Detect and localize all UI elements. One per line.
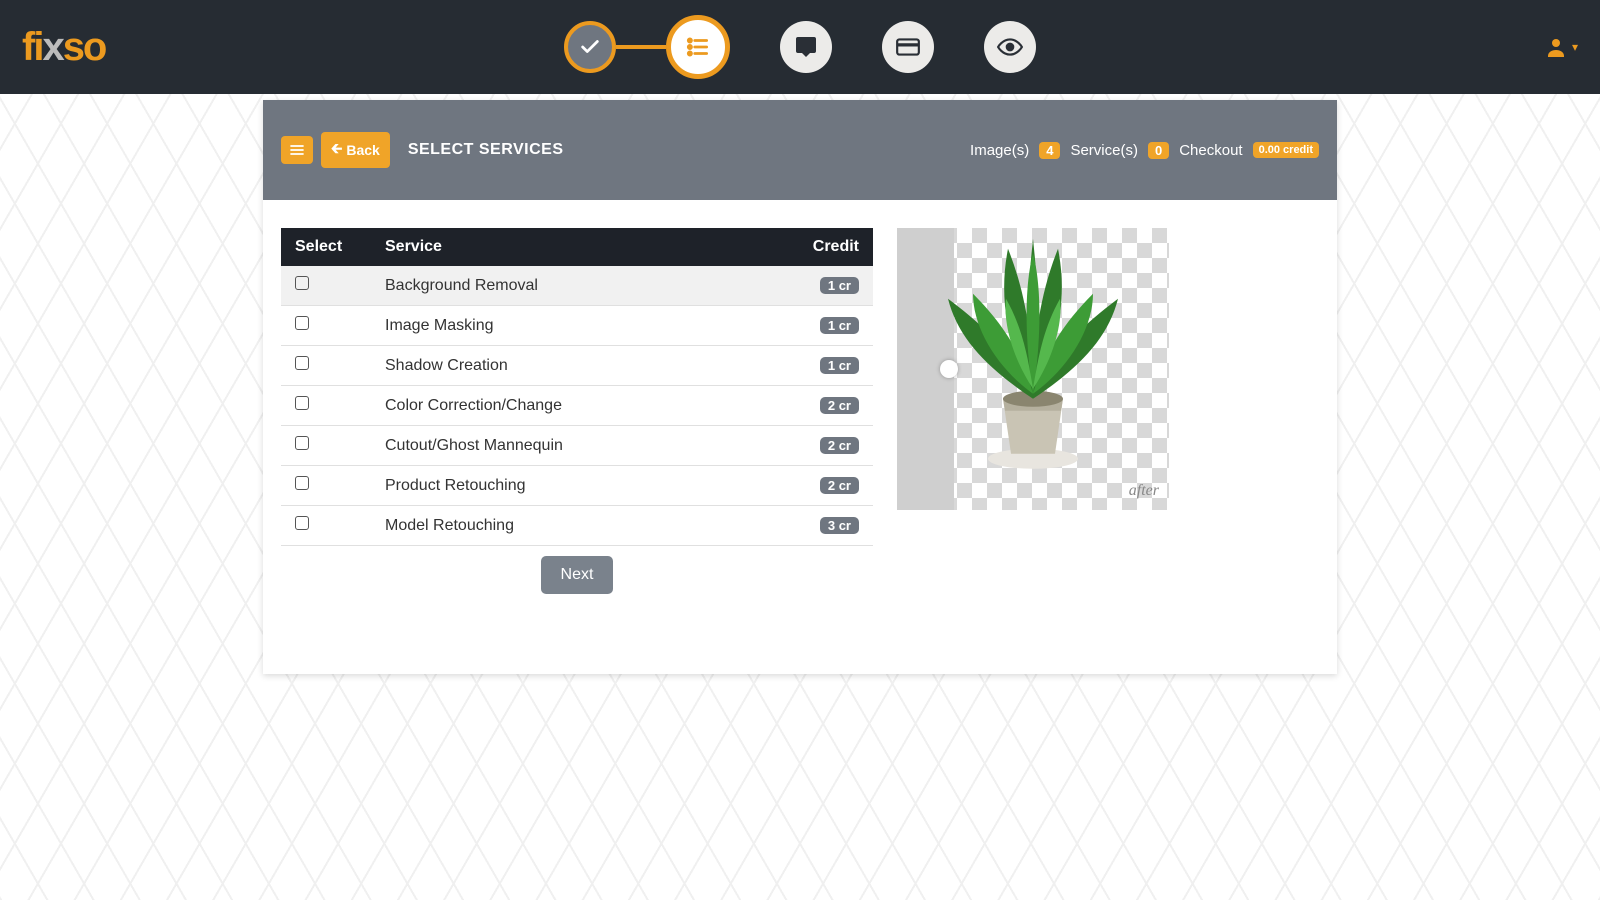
topbar: fixso ▾ bbox=[0, 0, 1600, 94]
credit-pill: 2 cr bbox=[820, 397, 859, 414]
service-name: Shadow Creation bbox=[371, 346, 783, 386]
logo: fixso bbox=[22, 25, 105, 70]
after-label: after bbox=[1129, 482, 1159, 500]
service-name: Background Removal bbox=[371, 266, 783, 306]
credit-pill: 2 cr bbox=[820, 437, 859, 454]
checkout-value: 0.00 credit bbox=[1253, 142, 1319, 158]
credit-pill: 2 cr bbox=[820, 477, 859, 494]
step-preview[interactable] bbox=[984, 21, 1036, 73]
credit-pill: 1 cr bbox=[820, 357, 859, 374]
card-icon bbox=[895, 34, 921, 60]
list-icon bbox=[685, 34, 711, 60]
table-row: Product Retouching 2 cr bbox=[281, 466, 873, 506]
services-label: Service(s) bbox=[1070, 142, 1138, 159]
header-stats: Image(s) 4 Service(s) 0 Checkout 0.00 cr… bbox=[970, 142, 1319, 159]
page-title: SELECT SERVICES bbox=[408, 141, 564, 159]
next-button[interactable]: Next bbox=[541, 556, 614, 594]
services-table: Select Service Credit Background Removal… bbox=[281, 228, 873, 546]
service-name: Color Correction/Change bbox=[371, 386, 783, 426]
chat-icon bbox=[794, 35, 818, 59]
service-name: Product Retouching bbox=[371, 466, 783, 506]
service-name: Cutout/Ghost Mannequin bbox=[371, 426, 783, 466]
credit-pill: 3 cr bbox=[820, 517, 859, 534]
user-menu[interactable]: ▾ bbox=[1544, 35, 1578, 59]
caret-down-icon: ▾ bbox=[1572, 40, 1578, 54]
checkbox[interactable] bbox=[295, 276, 309, 290]
images-count: 4 bbox=[1039, 142, 1060, 159]
service-name: Image Masking bbox=[371, 306, 783, 346]
table-row: Color Correction/Change 2 cr bbox=[281, 386, 873, 426]
step-payment[interactable] bbox=[882, 21, 934, 73]
card-body: Select Service Credit Background Removal… bbox=[263, 200, 1337, 674]
checkbox[interactable] bbox=[295, 516, 309, 530]
eye-icon bbox=[997, 34, 1023, 60]
credit-pill: 1 cr bbox=[820, 277, 859, 294]
back-button[interactable]: 🡰 Back bbox=[321, 132, 390, 168]
hamburger-icon bbox=[289, 142, 305, 158]
preview-image: after bbox=[897, 228, 1169, 510]
col-select: Select bbox=[281, 228, 371, 266]
plant-illustration bbox=[928, 229, 1138, 484]
checkbox[interactable] bbox=[295, 356, 309, 370]
back-label: Back bbox=[346, 142, 379, 158]
col-credit: Credit bbox=[783, 228, 873, 266]
step-nav bbox=[564, 15, 1036, 79]
check-icon bbox=[579, 36, 601, 58]
credit-pill: 1 cr bbox=[820, 317, 859, 334]
images-label: Image(s) bbox=[970, 142, 1029, 159]
table-row: Model Retouching 3 cr bbox=[281, 506, 873, 546]
table-row: Image Masking 1 cr bbox=[281, 306, 873, 346]
col-service: Service bbox=[371, 228, 783, 266]
service-name: Model Retouching bbox=[371, 506, 783, 546]
menu-button[interactable] bbox=[281, 136, 313, 164]
card-header: 🡰 Back SELECT SERVICES Image(s) 4 Servic… bbox=[263, 100, 1337, 200]
arrow-left-icon: 🡰 bbox=[331, 138, 342, 162]
table-row: Background Removal 1 cr bbox=[281, 266, 873, 306]
step-confirm[interactable] bbox=[564, 21, 616, 73]
checkbox[interactable] bbox=[295, 476, 309, 490]
checkbox[interactable] bbox=[295, 396, 309, 410]
step-chat[interactable] bbox=[780, 21, 832, 73]
checkbox[interactable] bbox=[295, 316, 309, 330]
checkbox[interactable] bbox=[295, 436, 309, 450]
user-icon bbox=[1544, 35, 1568, 59]
main-card: 🡰 Back SELECT SERVICES Image(s) 4 Servic… bbox=[263, 100, 1337, 674]
checkout-label: Checkout bbox=[1179, 142, 1242, 159]
table-row: Shadow Creation 1 cr bbox=[281, 346, 873, 386]
services-count: 0 bbox=[1148, 142, 1169, 159]
step-services[interactable] bbox=[666, 15, 730, 79]
table-row: Cutout/Ghost Mannequin 2 cr bbox=[281, 426, 873, 466]
